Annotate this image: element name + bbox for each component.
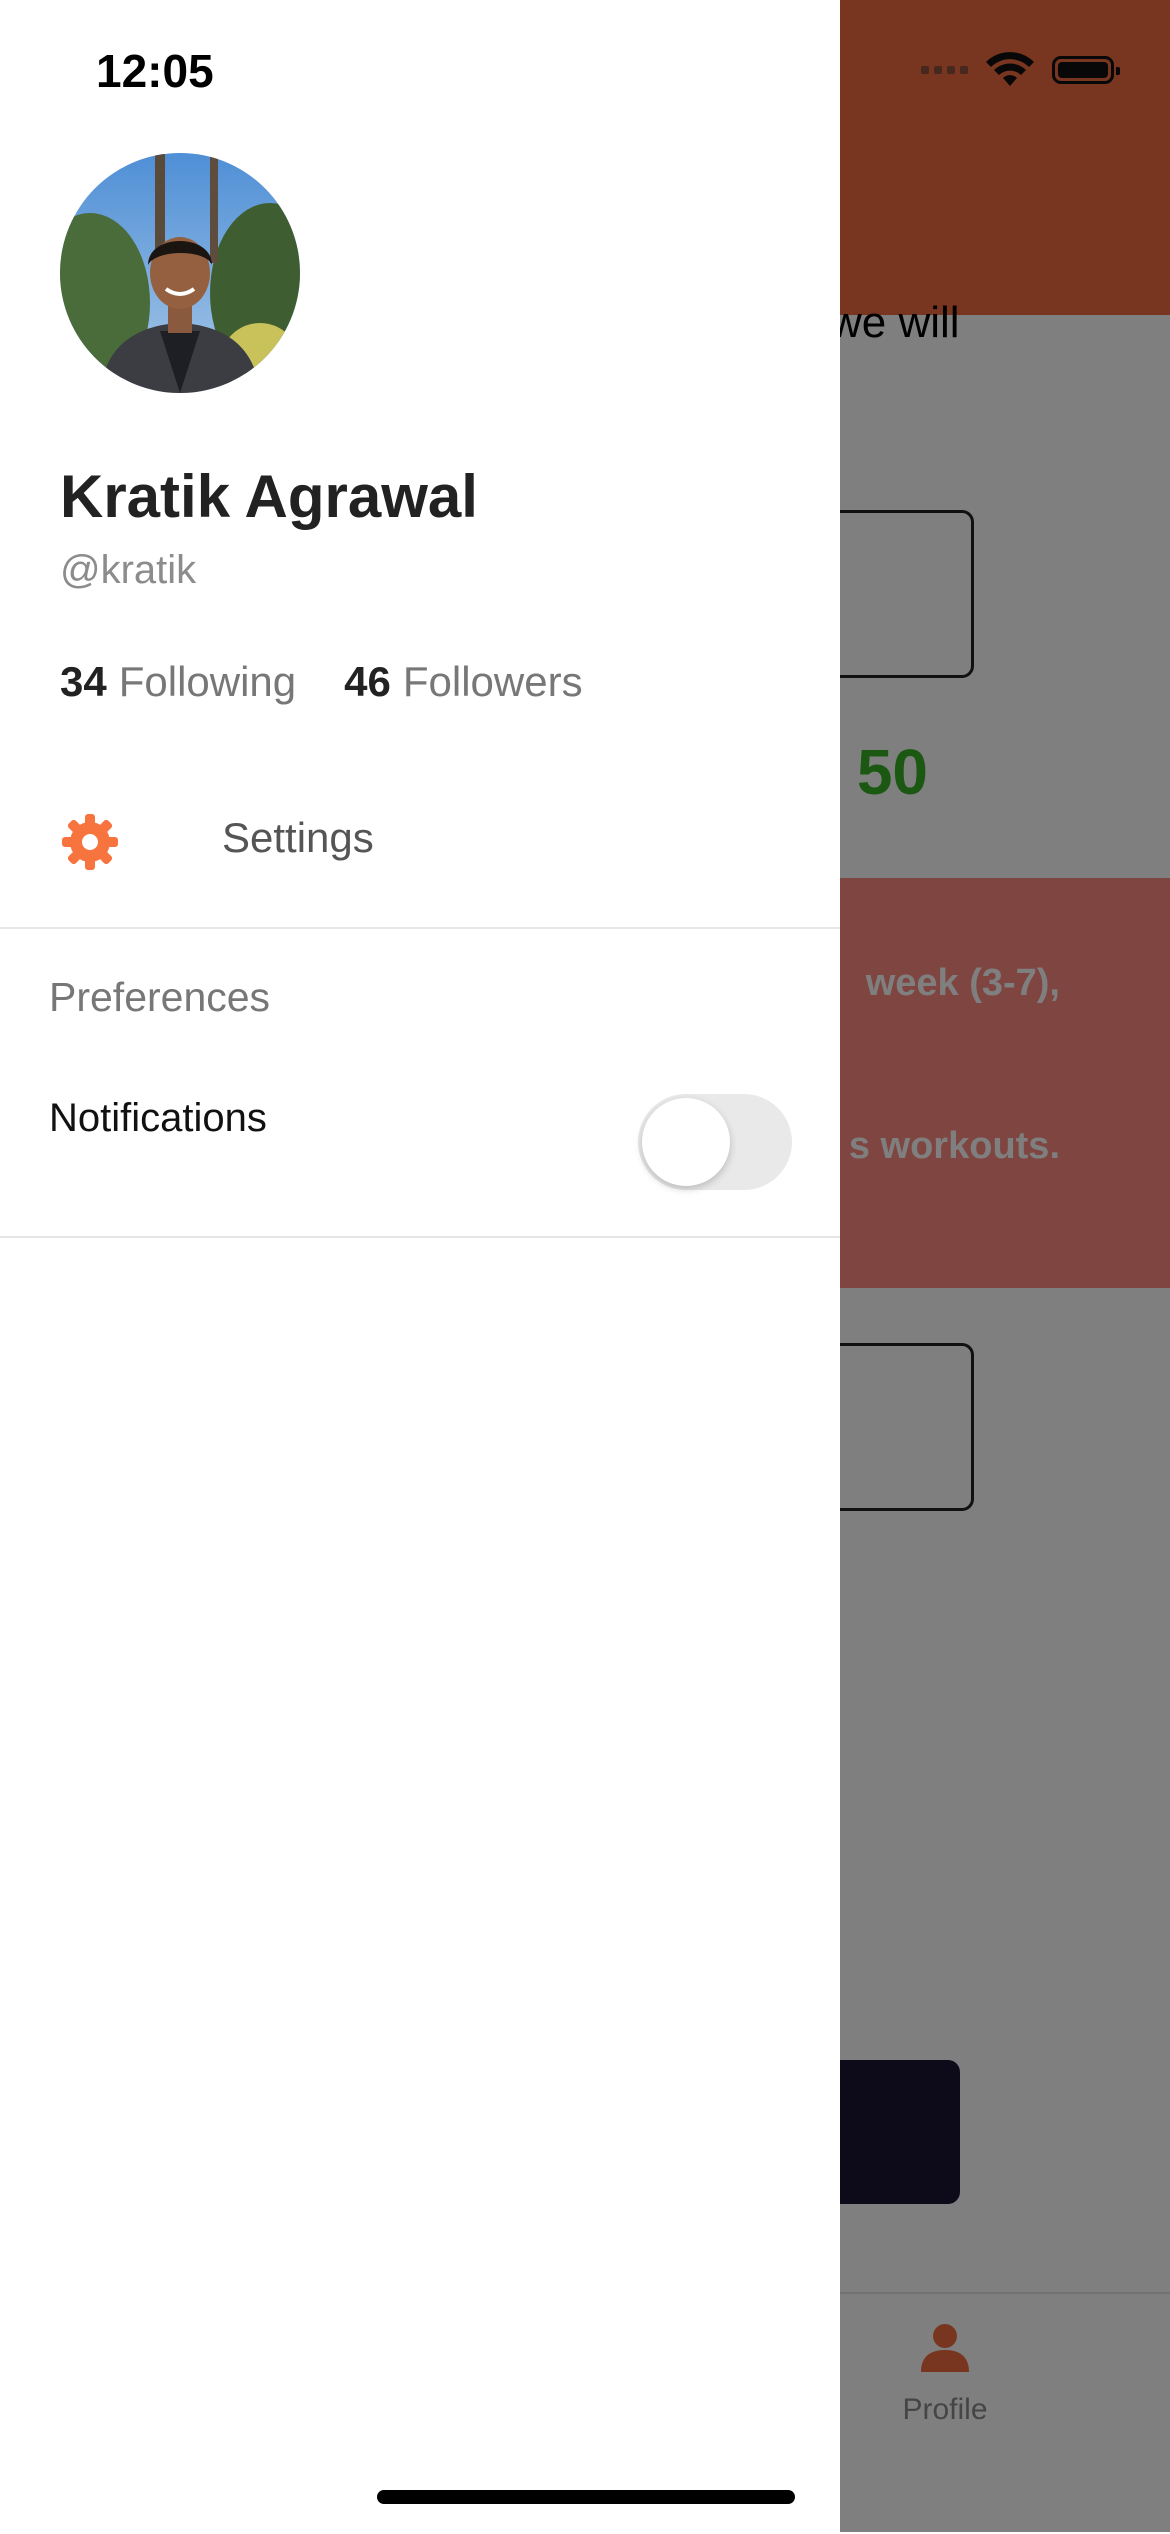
status-bar-time: 12:05 (96, 45, 214, 97)
avatar[interactable] (60, 153, 300, 393)
toggle-knob (642, 1098, 730, 1186)
side-drawer: 12:05 Kratik Agrawal @kratik 34 Followin… (0, 0, 840, 2532)
profile-name: Kratik Agrawal (60, 463, 478, 530)
following-stat[interactable]: 34 Following (60, 658, 296, 706)
settings-label: Settings (222, 814, 374, 861)
follow-stats: 34 Following 46 Followers (60, 658, 583, 706)
following-count: 34 (60, 658, 107, 705)
divider (0, 927, 840, 929)
notifications-toggle[interactable] (638, 1094, 792, 1190)
profile-handle: @kratik (60, 548, 197, 592)
profile-photo-icon (60, 153, 300, 393)
followers-label: Followers (402, 658, 583, 705)
settings-menu-item[interactable]: Settings (0, 780, 840, 896)
divider (0, 1236, 840, 1238)
notifications-label: Notifications (49, 1096, 267, 1140)
preferences-section-title: Preferences (49, 974, 271, 1020)
followers-stat[interactable]: 46 Followers (344, 658, 582, 706)
home-indicator[interactable] (377, 2490, 795, 2504)
following-label: Following (118, 658, 297, 705)
gear-icon (62, 814, 118, 870)
followers-count: 46 (344, 658, 391, 705)
